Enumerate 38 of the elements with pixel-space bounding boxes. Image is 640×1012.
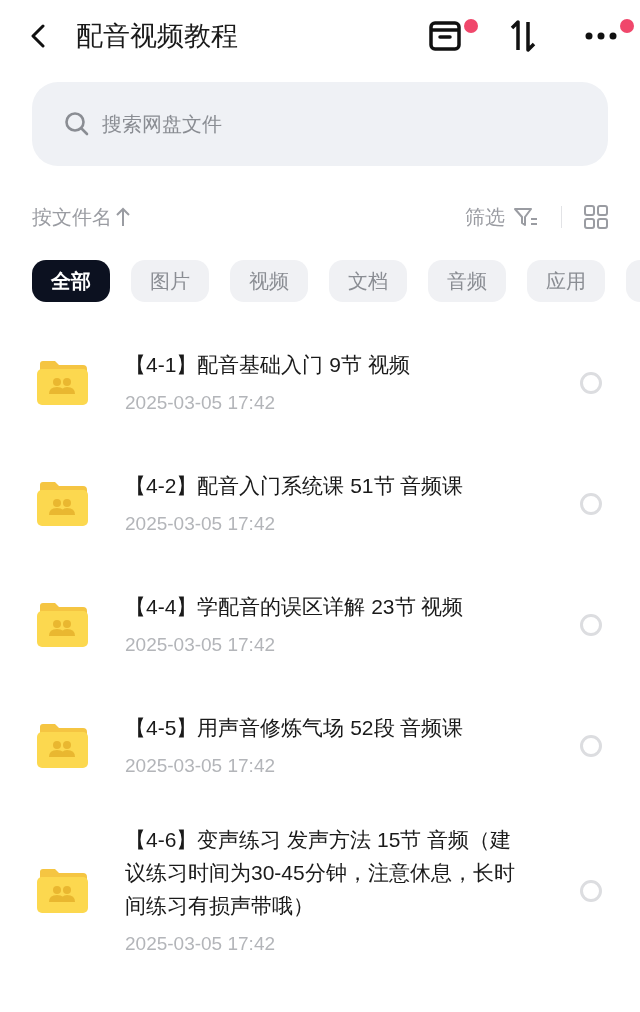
file-date: 2025-03-05 17:42 [125,511,276,536]
file-name[interactable]: 【4-5】用声音修炼气场 52段 音频课 [125,710,530,744]
filter-label[interactable]: 筛选 [465,202,505,232]
file-date: 2025-03-05 17:42 [125,390,276,415]
page-title: 配音视频教程 [76,19,238,53]
filter-chip[interactable]: 文档 [329,260,407,302]
file-name[interactable]: 【4-1】配音基础入门 9节 视频 [125,347,530,381]
file-date: 2025-03-05 17:42 [125,632,276,657]
filter-chip[interactable]: 视频 [230,260,308,302]
filter-chip[interactable]: 全部 [32,260,110,302]
sort-icon[interactable] [508,19,538,53]
filter-chip[interactable]: 图片 [131,260,209,302]
select-radio[interactable] [580,613,602,636]
search-icon [64,111,90,137]
archive-icon[interactable] [428,19,462,53]
file-date: 2025-03-05 17:42 [125,932,276,956]
shared-folder-icon [36,480,88,527]
select-radio[interactable] [580,879,602,902]
file-name[interactable]: 【4-6】变声练习 发声方法 15节 音频（建议练习时间为30-45分钟，注意休息，长时间练习有损声带哦） [125,823,530,922]
sort-label[interactable]: 按文件名 [32,202,112,232]
file-name[interactable]: 【4-2】配音入门系统课 51节 音频课 [125,468,530,502]
shared-folder-icon [36,601,88,648]
arrow-up-icon[interactable] [116,207,130,227]
file-date: 2025-03-05 17:42 [125,753,276,778]
more-icon[interactable] [584,31,618,41]
filter-icon[interactable] [513,206,539,228]
select-radio[interactable] [580,492,602,515]
filter-chip[interactable]: 音频 [428,260,506,302]
grid-view-icon[interactable] [584,205,608,229]
file-name[interactable]: 【4-4】学配音的误区详解 23节 视频 [125,589,530,623]
shared-folder-icon [36,867,88,914]
shared-folder-icon [36,359,88,406]
back-icon[interactable] [30,24,46,48]
shared-folder-icon [36,722,88,769]
select-radio[interactable] [580,734,602,757]
search-field[interactable]: 搜索网盘文件 [32,82,608,166]
filter-chip[interactable]: 应用 [527,260,605,302]
select-radio[interactable] [580,371,602,394]
